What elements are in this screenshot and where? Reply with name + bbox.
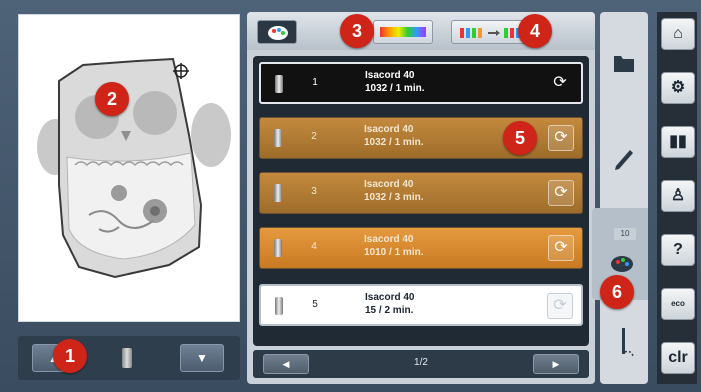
gear-icon: ⚙ [670,79,686,96]
sewing-consultant-button[interactable]: ♙ [661,180,695,212]
palette-icon [268,26,288,40]
change-color-button[interactable]: ⟳ [547,293,573,319]
thread-info: 1032 / 1 min. [365,83,425,94]
thread-brand: Isacord 40 [364,234,414,245]
edit-button[interactable] [600,138,648,178]
thread-info: 1032 / 3 min. [364,192,424,203]
thread-row-4[interactable]: 4 Isacord 40 1010 / 1 min. ⟳ [259,227,583,269]
embroidery-preview[interactable] [18,14,240,322]
callout-3: 3 [340,14,374,48]
thread-row-1[interactable]: 1 Isacord 40 1032 / 1 min. ⟳ [259,62,583,104]
folder-button[interactable] [600,44,648,84]
thread-number: 5 [312,299,318,310]
tutorial-button[interactable]: ▮▮ [661,126,695,158]
help-button[interactable]: ? [661,234,695,266]
refresh-icon: ⟳ [553,74,567,91]
pencil-icon [615,150,633,170]
callout-6: 6 [600,275,634,309]
change-color-button[interactable]: ⟳ [548,125,574,151]
thread-number: 3 [311,186,317,197]
thread-spool-icon [275,297,283,315]
thread-color-list: 1 Isacord 40 1032 / 1 min. ⟳ 2 Isacord 4… [253,56,589,346]
scroll-down-button[interactable]: ▼ [180,344,224,372]
clr-label: clr [668,349,688,366]
eco-label: eco [671,299,685,308]
thread-info: 1032 / 1 min. [364,137,424,148]
eco-button[interactable]: eco [661,288,695,320]
color-rainbow-button[interactable] [373,20,433,44]
change-color-button[interactable]: ⟳ [547,71,573,97]
refresh-icon: ⟳ [554,129,568,146]
arrow-left-icon: ◀ [282,359,290,369]
settings-button[interactable]: ⚙ [661,72,695,104]
thread-brand: Isacord 40 [365,70,415,81]
dress-form-icon: ♙ [670,187,686,204]
help-label: ? [673,241,683,258]
thread-spool-icon [122,348,132,368]
color-count-badge: 10 [614,228,636,240]
refresh-icon: ⟳ [554,184,568,201]
thread-spool-icon [275,75,283,93]
change-color-button[interactable]: ⟳ [548,235,574,261]
thread-row-3[interactable]: 3 Isacord 40 1032 / 3 min. ⟳ [259,172,583,214]
needle-button[interactable] [600,322,648,362]
thread-number: 1 [312,77,318,88]
thread-row-5[interactable]: 5 Isacord 40 15 / 2 min. ⟳ [259,284,583,326]
thread-brand: Isacord 40 [364,179,414,190]
thread-number: 2 [311,131,317,142]
next-page-button[interactable]: ▶ [533,354,579,374]
tools-column: 10 [592,12,648,384]
thread-spool-icon [274,184,282,202]
system-bar: ⌂ ⚙ ▮▮ ♙ ? eco clr [657,12,697,384]
book-icon: ▮▮ [669,133,687,150]
thread-brand: Isacord 40 [364,124,414,135]
callout-2: 2 [95,82,129,116]
chevron-down-icon: ▼ [196,351,208,365]
thread-info: 15 / 2 min. [365,305,414,316]
color-rainbow-icon [380,27,426,37]
thread-number: 4 [311,241,317,252]
callout-5: 5 [503,121,537,155]
bottom-left-controls: ▲ ▼ [18,336,240,380]
owl-design-image [37,57,231,279]
callout-4: 4 [518,14,552,48]
change-color-button[interactable]: ⟳ [548,180,574,206]
page-indicator: 1/2 [414,357,428,368]
color-panel: 1 Isacord 40 1032 / 1 min. ⟳ 2 Isacord 4… [247,12,595,384]
folder-icon [614,56,634,72]
palette-button[interactable] [257,20,297,44]
previous-page-button[interactable]: ◀ [263,354,309,374]
thread-spool-icon [274,129,282,147]
arrow-right-icon: ▶ [552,359,560,369]
thread-brand: Isacord 40 [365,292,415,303]
thread-info: 1010 / 1 min. [364,247,424,258]
home-icon: ⌂ [673,25,683,42]
pager: ◀ 1/2 ▶ [253,350,589,378]
clear-button[interactable]: clr [661,342,695,374]
callout-1: 1 [53,339,87,373]
refresh-icon: ⟳ [553,297,567,314]
thread-spool-icon [274,239,282,257]
home-button[interactable]: ⌂ [661,18,695,50]
refresh-icon: ⟳ [554,239,568,256]
needle-icon [622,328,634,357]
